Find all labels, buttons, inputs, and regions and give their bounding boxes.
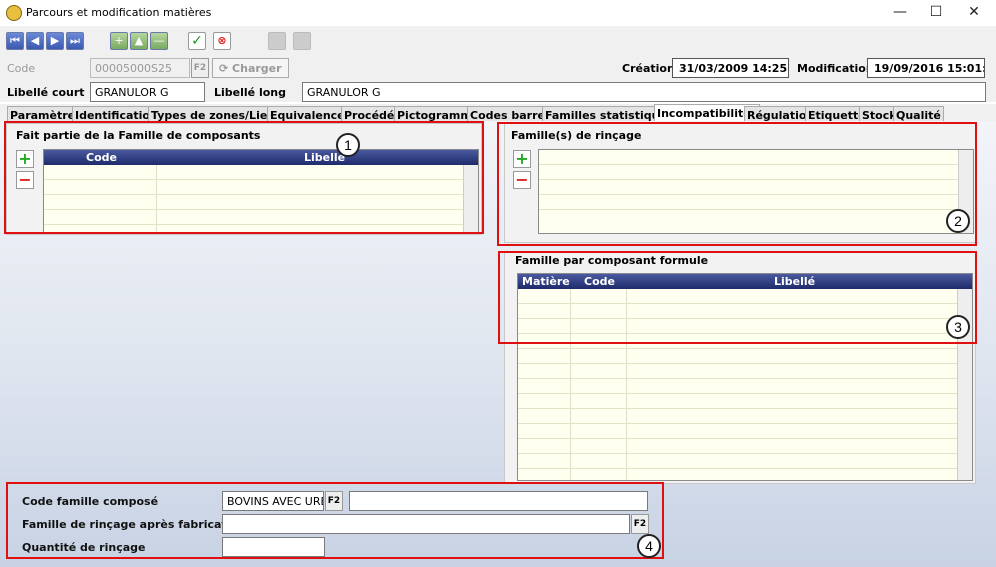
highlight-box-3 xyxy=(498,251,977,344)
table-row[interactable] xyxy=(518,364,957,379)
libelle-long-input[interactable]: GRANULOR G xyxy=(302,82,986,102)
table-row[interactable] xyxy=(518,439,957,454)
highlight-box-2 xyxy=(497,122,977,246)
close-window-button[interactable]: ✕ xyxy=(956,3,992,23)
code-field[interactable]: 00005000S25 xyxy=(90,58,190,78)
creation-date: 31/03/2009 14:25:33 xyxy=(672,58,789,78)
document-copy-icon[interactable] xyxy=(293,32,311,50)
creation-label: Création xyxy=(622,62,675,75)
code-famille-input[interactable]: BOVINS AVEC UREE xyxy=(222,491,324,511)
table-row[interactable] xyxy=(518,454,957,469)
document-icon[interactable] xyxy=(268,32,286,50)
cancel-icon[interactable]: ⊗ xyxy=(213,32,231,50)
table-row[interactable] xyxy=(518,394,957,409)
modification-date: 19/09/2016 15:01:26 xyxy=(867,58,985,78)
highlight-box-1 xyxy=(4,121,484,234)
delete-record-icon[interactable]: — xyxy=(150,32,168,50)
table-row[interactable] xyxy=(518,424,957,439)
marker-4: 4 xyxy=(637,534,661,558)
modification-label: Modification xyxy=(797,62,874,75)
charger-button[interactable]: ⟳ Charger xyxy=(212,58,289,78)
maximize-button[interactable]: ☐ xyxy=(918,3,954,23)
add-record-icon[interactable]: + xyxy=(110,32,128,50)
toolbar: ⏮ ◀ ▶ ⏭ + ▲ — ✓ ⊗ ! xyxy=(0,26,996,76)
record-header: Code 00005000S25 F2 ⟳ Charger Création 3… xyxy=(0,58,996,102)
charger-label: Charger xyxy=(232,62,282,75)
famille-rincage-lookup-button[interactable]: F2 xyxy=(631,514,649,534)
first-record-icon[interactable]: ⏮ xyxy=(6,32,24,50)
code-famille-description xyxy=(349,491,648,511)
next-record-icon[interactable]: ▶ xyxy=(46,32,64,50)
marker-3: 3 xyxy=(946,315,970,339)
minimize-button[interactable]: — xyxy=(882,3,918,23)
app-logo-icon xyxy=(6,5,22,21)
window-title: Parcours et modification matières xyxy=(26,6,212,19)
tab-bar: Paramètres Identification Types de zones… xyxy=(0,104,996,123)
marker-1: 1 xyxy=(336,133,360,157)
table-row[interactable] xyxy=(518,379,957,394)
marker-2: 2 xyxy=(946,209,970,233)
title-bar: Parcours et modification matières — ☐ ✕ xyxy=(0,0,996,26)
table-row[interactable] xyxy=(518,349,957,364)
libelle-court-input[interactable]: GRANULOR G xyxy=(90,82,205,102)
famille-rincage-apres-label: Famille de rinçage après fabrication xyxy=(22,518,246,531)
code-famille-lookup-button[interactable]: F2 xyxy=(325,491,343,511)
quantite-rincage-label: Quantité de rinçage xyxy=(22,541,146,554)
quantite-rincage-input[interactable] xyxy=(222,537,325,557)
code-label: Code xyxy=(7,62,36,75)
famille-rincage-input[interactable] xyxy=(222,514,630,534)
code-lookup-button[interactable]: F2 xyxy=(191,58,209,78)
move-up-icon[interactable]: ▲ xyxy=(130,32,148,50)
last-record-icon[interactable]: ⏭ xyxy=(66,32,84,50)
previous-record-icon[interactable]: ◀ xyxy=(26,32,44,50)
libelle-court-label: Libellé court xyxy=(7,86,85,99)
code-famille-label: Code famille composé xyxy=(22,495,159,508)
table-row[interactable] xyxy=(518,409,957,424)
libelle-long-label: Libellé long xyxy=(214,86,286,99)
refresh-icon: ⟳ xyxy=(219,62,233,75)
validate-icon[interactable]: ✓ xyxy=(188,32,206,50)
